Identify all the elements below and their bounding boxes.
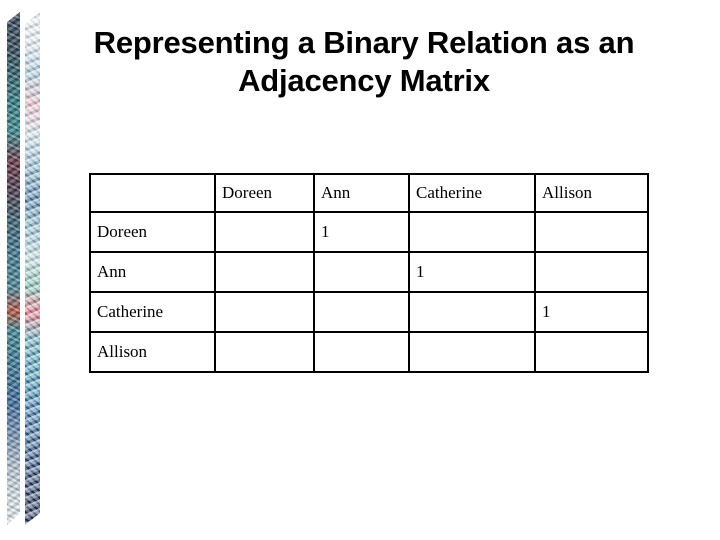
header-cell-ann: Ann xyxy=(313,173,410,213)
cell-allison-ann xyxy=(313,331,410,373)
cell-doreen-catherine xyxy=(408,211,536,253)
ribbon-band-left xyxy=(7,12,20,525)
ribbon-cut-top-left xyxy=(7,12,20,22)
cell-doreen-doreen xyxy=(214,211,315,253)
ribbon-cut-bottom-left xyxy=(7,513,20,525)
cell-catherine-ann xyxy=(313,291,410,333)
page-title: Representing a Binary Relation as an Adj… xyxy=(30,24,698,100)
ribbon-cut-bottom-right xyxy=(25,513,40,525)
cell-doreen-allison xyxy=(534,211,649,253)
ribbon-texture-left xyxy=(7,12,20,525)
page-title-line-1: Representing a Binary Relation as an xyxy=(93,25,635,60)
row-label-catherine: Catherine xyxy=(89,291,216,333)
table-row: Allison xyxy=(89,331,649,373)
ribbon-cut-top-right xyxy=(25,12,40,24)
cell-catherine-allison: 1 xyxy=(534,291,649,333)
table-header-row: Doreen Ann Catherine Allison xyxy=(89,173,649,213)
cell-ann-catherine: 1 xyxy=(408,251,536,293)
header-cell-catherine: Catherine xyxy=(408,173,536,213)
cell-allison-allison xyxy=(534,331,649,373)
cell-allison-catherine xyxy=(408,331,536,373)
row-label-doreen: Doreen xyxy=(89,211,216,253)
adjacency-matrix: Doreen Ann Catherine Allison Doreen 1 An… xyxy=(89,173,649,373)
cell-ann-ann xyxy=(313,251,410,293)
cell-ann-doreen xyxy=(214,251,315,293)
cell-catherine-catherine xyxy=(408,291,536,333)
header-cell-corner xyxy=(89,173,216,213)
table-row: Catherine 1 xyxy=(89,291,649,333)
adjacency-matrix-table: Doreen Ann Catherine Allison Doreen 1 An… xyxy=(89,173,649,373)
cell-doreen-ann: 1 xyxy=(313,211,410,253)
header-cell-allison: Allison xyxy=(534,173,649,213)
cell-catherine-doreen xyxy=(214,291,315,333)
header-cell-doreen: Doreen xyxy=(214,173,315,213)
cell-allison-doreen xyxy=(214,331,315,373)
page-title-line-2: Adjacency Matrix xyxy=(238,63,490,98)
table-row: Ann 1 xyxy=(89,251,649,293)
cell-ann-allison xyxy=(534,251,649,293)
row-label-allison: Allison xyxy=(89,331,216,373)
table-row: Doreen 1 xyxy=(89,211,649,253)
row-label-ann: Ann xyxy=(89,251,216,293)
